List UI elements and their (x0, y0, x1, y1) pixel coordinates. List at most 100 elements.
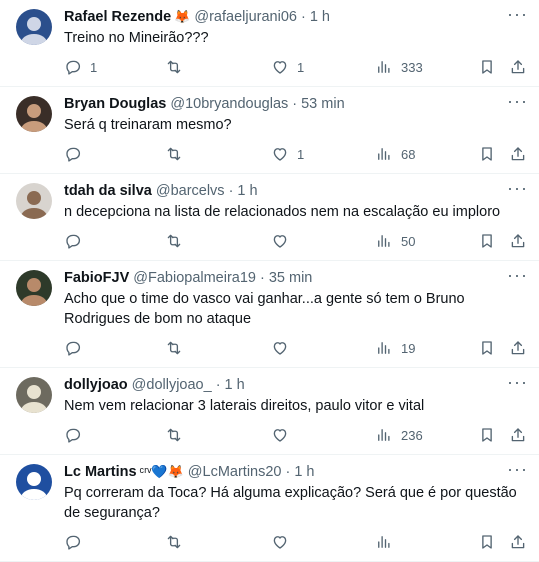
reply-button[interactable] (64, 533, 90, 551)
tweet[interactable]: Rafael Rezende 🦊 @rafaeljurani06 · 1 h ··· Tre… (0, 0, 539, 87)
avatar[interactable] (16, 96, 52, 132)
bookmark-button[interactable] (478, 232, 496, 250)
more-icon[interactable]: ··· (507, 266, 527, 285)
author-handle[interactable]: @Fabiopalmeira19 (133, 270, 256, 286)
share-icon (509, 232, 527, 250)
tweet-actions: 236 (64, 416, 525, 454)
like-button[interactable]: 1 (271, 145, 304, 163)
share-button[interactable] (509, 145, 527, 163)
author-handle[interactable]: @barcelvs (156, 183, 225, 199)
like-button[interactable] (271, 533, 297, 551)
share-icon (509, 58, 527, 76)
bookmark-button[interactable] (478, 58, 496, 76)
tweet-text: Acho que o time do vasco vai ganhar...a … (64, 291, 465, 327)
tweet-header: Lc Martins ᶜʳᵛ💙🦊 @LcMartins20 · 1 h (64, 461, 523, 483)
share-icon (509, 339, 527, 357)
bookmark-button[interactable] (478, 533, 496, 551)
share-button[interactable] (509, 232, 527, 250)
tweet[interactable]: dollyjoao @dollyjoao_ · 1 h ··· Nem vem relac… (0, 368, 539, 455)
author-handle[interactable]: @LcMartins20 (188, 464, 282, 480)
reply-icon (64, 58, 82, 76)
tweet-header: Rafael Rezende 🦊 @rafaeljurani06 · 1 h (64, 6, 523, 28)
timestamp[interactable]: 1 h (310, 9, 330, 25)
tweet-text: Nem vem relacionar 3 laterais direitos, … (64, 398, 425, 414)
tweet-text: Treino no Mineirão??? (64, 30, 209, 46)
avatar[interactable] (16, 183, 52, 219)
like-button[interactable] (271, 232, 297, 250)
views-count: 333 (401, 59, 423, 75)
author-name[interactable]: Lc Martins (64, 464, 137, 480)
retweet-button[interactable] (165, 145, 191, 163)
views-button[interactable] (375, 533, 401, 551)
reply-button[interactable] (64, 339, 90, 357)
views-button[interactable]: 68 (375, 145, 415, 163)
heart-icon (271, 426, 289, 444)
bookmark-button[interactable] (478, 145, 496, 163)
avatar[interactable] (16, 270, 52, 306)
author-handle[interactable]: @dollyjoao_ (132, 377, 212, 393)
reply-button[interactable] (64, 145, 90, 163)
heart-icon (271, 339, 289, 357)
tweet-actions: 1 1 333 (64, 48, 525, 86)
tweet[interactable]: FabioFJV @Fabiopalmeira19 · 35 min ··· Acho q… (0, 261, 539, 368)
more-icon[interactable]: ··· (507, 460, 527, 479)
tweet-header: dollyjoao @dollyjoao_ · 1 h (64, 374, 523, 396)
retweet-button[interactable] (165, 232, 191, 250)
views-button[interactable]: 19 (375, 339, 415, 357)
retweet-button[interactable] (165, 426, 191, 444)
tweet-text: n decepciona na lista de relacionados ne… (64, 204, 501, 220)
bookmark-button[interactable] (478, 426, 496, 444)
separator-dot: · (228, 183, 234, 199)
reply-icon (64, 145, 82, 163)
share-button[interactable] (509, 58, 527, 76)
avatar[interactable] (16, 464, 52, 500)
like-button[interactable] (271, 426, 297, 444)
reply-icon (64, 339, 82, 357)
views-icon (375, 533, 393, 551)
author-name[interactable]: tdah da silva (64, 183, 152, 199)
share-button[interactable] (509, 533, 527, 551)
reply-button[interactable] (64, 426, 90, 444)
author-name[interactable]: Bryan Douglas (64, 96, 166, 112)
timestamp[interactable]: 35 min (269, 270, 313, 286)
author-name[interactable]: Rafael Rezende (64, 9, 171, 25)
reply-button[interactable]: 1 (64, 58, 97, 76)
share-button[interactable] (509, 426, 527, 444)
like-button[interactable] (271, 339, 297, 357)
tweet[interactable]: Lc Martins ᶜʳᵛ💙🦊 @LcMartins20 · 1 h ··· Pq cor… (0, 455, 539, 562)
timestamp[interactable]: 1 h (294, 464, 314, 480)
more-icon[interactable]: ··· (507, 92, 527, 111)
more-icon[interactable]: ··· (507, 5, 527, 24)
share-icon (509, 533, 527, 551)
timestamp[interactable]: 1 h (225, 377, 245, 393)
author-handle[interactable]: @10bryandouglas (170, 96, 288, 112)
tweet-actions: 50 (64, 222, 525, 260)
name-badge: 🦊 (174, 9, 191, 24)
retweet-icon (165, 339, 183, 357)
author-handle[interactable]: @rafaeljurani06 (194, 9, 297, 25)
avatar[interactable] (16, 377, 52, 413)
views-button[interactable]: 50 (375, 232, 415, 250)
share-button[interactable] (509, 339, 527, 357)
tweet[interactable]: tdah da silva @barcelvs · 1 h ··· n decepcion… (0, 174, 539, 261)
timestamp[interactable]: 1 h (237, 183, 257, 199)
like-button[interactable]: 1 (271, 58, 304, 76)
heart-icon (271, 232, 289, 250)
tweet[interactable]: Bryan Douglas @10bryandouglas · 53 min ··· Se… (0, 87, 539, 174)
author-name[interactable]: dollyjoao (64, 377, 128, 393)
avatar[interactable] (16, 9, 52, 45)
more-icon[interactable]: ··· (507, 179, 527, 198)
reply-icon (64, 426, 82, 444)
reply-button[interactable] (64, 232, 90, 250)
author-name[interactable]: FabioFJV (64, 270, 129, 286)
tweet-actions: 1 68 (64, 135, 525, 173)
retweet-button[interactable] (165, 533, 191, 551)
more-icon[interactable]: ··· (507, 373, 527, 392)
timestamp[interactable]: 53 min (301, 96, 345, 112)
likes-count: 1 (297, 59, 305, 75)
views-button[interactable]: 333 (375, 58, 423, 76)
retweet-button[interactable] (165, 58, 191, 76)
bookmark-button[interactable] (478, 339, 496, 357)
retweet-button[interactable] (165, 339, 191, 357)
views-button[interactable]: 236 (375, 426, 423, 444)
